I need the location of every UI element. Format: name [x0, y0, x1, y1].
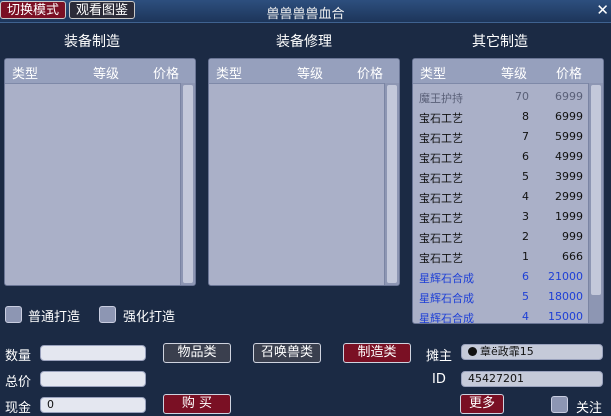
scrollbar-thumb[interactable]: [183, 85, 193, 283]
item-level: 3: [522, 210, 529, 223]
list-item[interactable]: 宝石工艺 1 666: [413, 247, 583, 267]
equip-make-title: 装备制造: [64, 34, 120, 50]
list-item[interactable]: 魔王护持 70 6999: [413, 87, 583, 107]
list-item[interactable]: 宝石工艺 4 2999: [413, 187, 583, 207]
item-type: 宝石工艺: [419, 172, 463, 185]
normal-craft-checkbox[interactable]: [5, 306, 22, 323]
item-price: 6999: [555, 110, 583, 123]
col-price: 价格: [357, 67, 384, 82]
list-item[interactable]: 宝石工艺 3 1999: [413, 207, 583, 227]
buy-button[interactable]: 购 买: [163, 394, 231, 414]
scrollbar[interactable]: [384, 83, 399, 285]
item-type: 星辉石合成: [419, 272, 474, 285]
item-price: 2999: [555, 190, 583, 203]
item-type: 宝石工艺: [419, 232, 463, 245]
total-label: 总价: [5, 375, 32, 390]
col-type: 类型: [420, 67, 447, 82]
item-level: 1: [522, 250, 529, 263]
scrollbar[interactable]: [180, 83, 195, 285]
item-price: 4999: [555, 150, 583, 163]
status-dot-icon: [468, 347, 477, 356]
item-price: 5999: [555, 130, 583, 143]
list-item[interactable]: 宝石工艺 5 3999: [413, 167, 583, 187]
col-level: 等级: [93, 67, 120, 82]
list-item[interactable]: 宝石工艺 8 6999: [413, 107, 583, 127]
cash-field: 0: [40, 397, 146, 413]
owner-name: 章ё政霏15: [480, 345, 534, 358]
quantity-input[interactable]: [40, 345, 146, 361]
item-price: 6999: [555, 90, 583, 103]
id-field: 45427201: [461, 371, 603, 387]
item-type: 宝石工艺: [419, 132, 463, 145]
scrollbar-thumb[interactable]: [387, 85, 397, 283]
item-type: 宝石工艺: [419, 152, 463, 165]
item-type: 宝石工艺: [419, 252, 463, 265]
owner-label: 摊主: [426, 349, 453, 364]
item-price: 15000: [548, 310, 583, 323]
item-level: 7: [522, 130, 529, 143]
item-level: 4: [522, 190, 529, 203]
list-item[interactable]: 星辉石合成 4 15000: [413, 307, 583, 324]
col-level: 等级: [297, 67, 324, 82]
item-level: 4: [522, 310, 529, 323]
item-level: 70: [515, 90, 529, 103]
summon-category-button[interactable]: 召唤兽类: [253, 343, 321, 363]
col-level: 等级: [501, 67, 528, 82]
item-type: 宝石工艺: [419, 212, 463, 225]
total-price-field: [40, 371, 146, 387]
item-price: 999: [562, 230, 583, 243]
item-price: 3999: [555, 170, 583, 183]
item-price: 666: [562, 250, 583, 263]
col-price: 价格: [153, 67, 180, 82]
list-item[interactable]: 星辉石合成 5 18000: [413, 287, 583, 307]
quantity-label: 数量: [5, 349, 32, 364]
list-header: 类型 等级 价格: [5, 59, 195, 84]
item-type: 星辉石合成: [419, 292, 474, 305]
list-item[interactable]: 星辉石合成 6 21000: [413, 267, 583, 287]
follow-checkbox[interactable]: [551, 396, 568, 413]
list-item[interactable]: 宝石工艺 7 5999: [413, 127, 583, 147]
item-level: 6: [522, 270, 529, 283]
item-level: 8: [522, 110, 529, 123]
item-price: 1999: [555, 210, 583, 223]
scrollbar[interactable]: [588, 83, 603, 323]
craft-category-button[interactable]: 制造类: [343, 343, 411, 363]
normal-craft-label: 普通打造: [28, 310, 81, 325]
item-type: 宝石工艺: [419, 112, 463, 125]
equip-make-list[interactable]: 类型 等级 价格: [4, 58, 196, 286]
close-icon[interactable]: ✕: [596, 1, 609, 19]
owner-field: 章ё政霏15: [461, 344, 603, 360]
col-type: 类型: [12, 67, 39, 82]
item-level: 6: [522, 150, 529, 163]
cash-label: 现金: [5, 401, 32, 416]
other-make-title: 其它制造: [472, 34, 528, 50]
follow-label: 关注: [576, 401, 603, 416]
equip-repair-list[interactable]: 类型 等级 价格: [208, 58, 400, 286]
other-make-list[interactable]: 类型 等级 价格 魔王护持 70 6999 宝石工艺 8 6999 宝石工艺 7 5999 宝石工…: [412, 58, 604, 324]
item-price: 18000: [548, 290, 583, 303]
more-button[interactable]: 更多: [460, 394, 504, 414]
item-type: 星辉石合成: [419, 312, 474, 324]
item-price: 21000: [548, 270, 583, 283]
scrollbar-thumb[interactable]: [591, 85, 601, 295]
enhance-craft-checkbox[interactable]: [99, 306, 116, 323]
equip-repair-title: 装备修理: [276, 34, 332, 50]
enhance-craft-label: 强化打造: [123, 310, 176, 325]
list-item[interactable]: 宝石工艺 2 999: [413, 227, 583, 247]
list-header: 类型 等级 价格: [209, 59, 399, 84]
window-title: 兽兽兽兽血合: [266, 7, 345, 22]
item-type: 宝石工艺: [419, 192, 463, 205]
item-level: 2: [522, 230, 529, 243]
items-category-button[interactable]: 物品类: [163, 343, 231, 363]
col-price: 价格: [556, 67, 583, 82]
id-label: ID: [432, 372, 446, 387]
item-level: 5: [522, 290, 529, 303]
item-type: 魔王护持: [419, 92, 463, 105]
title-bar: 切换模式 观看图鉴 兽兽兽兽血合 ✕: [0, 0, 611, 23]
item-level: 5: [522, 170, 529, 183]
col-type: 类型: [216, 67, 243, 82]
list-header: 类型 等级 价格: [413, 59, 603, 84]
list-item[interactable]: 宝石工艺 6 4999: [413, 147, 583, 167]
